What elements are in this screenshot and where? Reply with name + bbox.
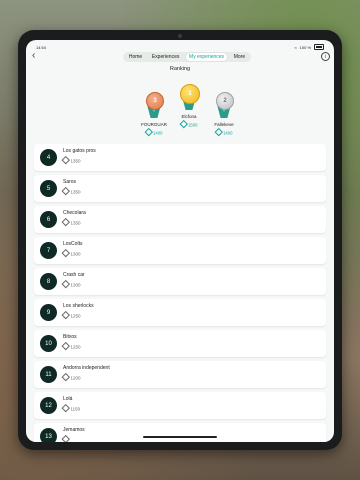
gem-icon: [61, 434, 70, 442]
team-name: Andorra independent: [63, 365, 110, 371]
gem-icon: [61, 341, 70, 350]
page-title: Ranking: [169, 66, 191, 72]
gem-icon: [61, 372, 70, 381]
gem-icon: [144, 127, 153, 136]
team-score: 1250: [70, 313, 81, 319]
team-name: LosColts: [63, 241, 83, 247]
gem-icon: [61, 186, 70, 195]
list-item[interactable]: 4 Los gatos pros 1350: [34, 144, 326, 171]
team-score: 1350: [70, 220, 81, 226]
team-score: 1150: [70, 406, 81, 412]
battery-percent: 100 %: [299, 44, 311, 50]
team-score: 1250: [70, 344, 81, 350]
podium-name: FOURGUAR: [141, 122, 167, 127]
app-screen: 14:54 ≈ 100 % ‹ i Home Experiences My ex…: [26, 40, 334, 442]
chevron-left-icon[interactable]: ‹: [32, 51, 35, 61]
bronze-medal-icon: 3: [146, 92, 164, 110]
gem-icon: [214, 127, 223, 136]
tab-experiences[interactable]: Experiences: [149, 53, 183, 61]
list-item[interactable]: 7 LosColts 1300: [34, 237, 326, 264]
silver-medal-icon: 2: [216, 92, 234, 110]
team-score: 1200: [70, 375, 81, 381]
tablet-frame: 14:54 ≈ 100 % ‹ i Home Experiences My ex…: [18, 30, 342, 450]
battery-icon: [314, 44, 324, 50]
wifi-icon: ≈: [294, 44, 297, 50]
team-name: Saros: [63, 179, 77, 185]
list-item[interactable]: 11 Andorra independent 1200: [34, 361, 326, 388]
list-item[interactable]: 10 Bitxos 1250: [34, 330, 326, 357]
ranking-list: 4 Los gatos pros 1350 5 Saros 1350 6 Checolar…: [34, 144, 326, 442]
podium-third[interactable]: 3 FOURGUAR 1400: [134, 92, 174, 136]
gem-icon: [179, 119, 188, 128]
status-bar: 14:54 ≈ 100 %: [36, 43, 324, 51]
podium-name: Elcfuna: [181, 114, 197, 119]
list-item[interactable]: 8 Crash car 1300: [34, 268, 326, 295]
podium-score: 1400: [153, 130, 163, 136]
rank-badge: 6: [40, 211, 57, 228]
home-indicator[interactable]: [143, 436, 217, 438]
team-name: Bitxos: [63, 334, 77, 340]
rank-badge: 4: [40, 149, 57, 166]
podium: 3 FOURGUAR 1400 1 Elcfuna 1500 2 Falleke…: [134, 84, 244, 136]
podium-second[interactable]: 2 Fallekeve 1400: [204, 92, 244, 136]
rank-badge: 9: [40, 304, 57, 321]
tab-more[interactable]: More: [231, 53, 248, 61]
team-name: Lolá: [63, 396, 73, 402]
team-score: 1300: [70, 251, 81, 257]
team-name: Crash car: [63, 272, 85, 278]
rank-badge: 11: [40, 366, 57, 383]
gem-icon: [61, 248, 70, 257]
team-score: 1300: [70, 282, 81, 288]
info-icon[interactable]: i: [321, 52, 330, 61]
tab-home[interactable]: Home: [126, 53, 145, 61]
team-name: Los gatos pros: [63, 148, 96, 154]
rank-badge: 8: [40, 273, 57, 290]
tab-my-experiences[interactable]: My experiences: [186, 53, 228, 61]
rank-badge: 12: [40, 397, 57, 414]
podium-name: Fallekeve: [214, 122, 234, 127]
team-name: Los sherlocks: [63, 303, 94, 309]
segmented-tabs: Home Experiences My experiences More: [123, 52, 251, 62]
list-item[interactable]: 6 Checolara 1350: [34, 206, 326, 233]
team-score: 1350: [70, 189, 81, 195]
gem-icon: [61, 217, 70, 226]
team-name: Checolara: [63, 210, 86, 216]
rank-badge: 5: [40, 180, 57, 197]
list-item[interactable]: 12 Lolá 1150: [34, 392, 326, 419]
rank-badge: 13: [40, 428, 57, 442]
team-score: 1350: [70, 158, 81, 164]
podium-first[interactable]: 1 Elcfuna 1500: [169, 84, 209, 128]
list-item[interactable]: 9 Los sherlocks 1250: [34, 299, 326, 326]
rank-badge: 7: [40, 242, 57, 259]
gem-icon: [61, 403, 70, 412]
team-name: Jemamos: [63, 427, 85, 433]
list-item[interactable]: 5 Saros 1350: [34, 175, 326, 202]
status-time: 14:54: [36, 44, 47, 50]
podium-score: 1400: [223, 130, 233, 136]
gem-icon: [61, 279, 70, 288]
rank-badge: 10: [40, 335, 57, 352]
podium-score: 1500: [188, 122, 198, 128]
gold-medal-icon: 1: [180, 84, 200, 104]
camera-dot: [178, 34, 182, 38]
gem-icon: [61, 310, 70, 319]
list-item[interactable]: 13 Jemamos: [34, 423, 326, 442]
gem-icon: [61, 155, 70, 164]
